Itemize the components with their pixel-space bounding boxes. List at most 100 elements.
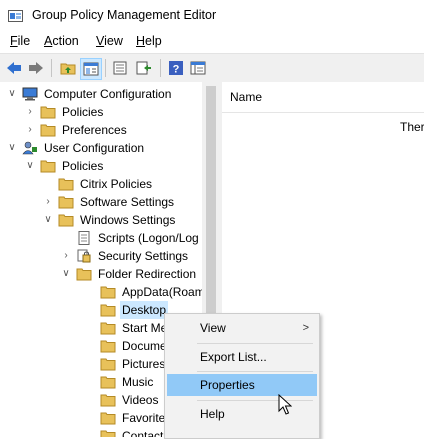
tree-item-favorites[interactable]: Favorite [84, 409, 167, 427]
tree-item-label: AppData(Roam [122, 285, 205, 299]
folder-open-icon [58, 213, 74, 227]
folder-icon [100, 303, 116, 317]
chevron-right-icon[interactable]: › [24, 103, 36, 121]
forward-icon[interactable] [26, 58, 46, 78]
tree-item-label: Favorite [122, 411, 166, 425]
tree-item-label: Preferences [62, 123, 127, 137]
chevron-down-icon[interactable]: ∨ [24, 157, 36, 175]
chevron-down-icon[interactable]: ∨ [42, 211, 54, 229]
tree-item-label: Computer Configuration [44, 87, 172, 101]
tree-item-preferences[interactable]: › Preferences [24, 121, 129, 139]
folder-icon [100, 411, 116, 425]
tree-expander-placeholder [84, 355, 96, 373]
tree-expander-placeholder [84, 283, 96, 301]
folder-icon [100, 357, 116, 371]
tree-item-pictures[interactable]: Pictures [84, 355, 167, 373]
tree-expander-placeholder [60, 229, 72, 247]
menu-action[interactable]: Action [42, 34, 81, 48]
tree-expander-placeholder [84, 337, 96, 355]
tree-expander-placeholder [84, 301, 96, 319]
tree-item-start-menu[interactable]: Start Me [84, 319, 169, 337]
toolbar: ? [0, 53, 424, 83]
toolbar-separator [105, 59, 106, 77]
context-menu-export-list[interactable]: Export List... [167, 346, 317, 368]
column-header-name[interactable]: Name [222, 82, 424, 113]
tree-item-label: Docume [122, 339, 167, 353]
context-menu-properties[interactable]: Properties [167, 374, 317, 396]
tree-item-label: Desktop [120, 301, 169, 319]
tree-item-label: Windows Settings [80, 213, 176, 227]
menu-help[interactable]: Help [134, 34, 164, 48]
tree-item-security-settings[interactable]: › Security Settings [60, 247, 190, 265]
window-title: Group Policy Management Editor [32, 8, 217, 22]
tree-item-software-settings[interactable]: › Software Settings [42, 193, 176, 211]
computer-icon [22, 87, 38, 101]
tree-item-user-configuration[interactable]: ∨ User Configuration [6, 139, 146, 157]
tree-item-desktop[interactable]: Desktop [84, 301, 169, 319]
context-menu-help[interactable]: Help [167, 403, 317, 425]
tree-item-label: Policies [62, 105, 104, 119]
script-icon [76, 231, 92, 245]
context-menu-separator [197, 343, 313, 344]
folder-icon [100, 429, 116, 437]
svg-text:?: ? [173, 64, 180, 76]
context-menu-view[interactable]: View > [167, 317, 317, 339]
tree-item-policies[interactable]: › Policies [24, 103, 105, 121]
tree-expander-placeholder [42, 175, 54, 193]
tree-item-label: Policies [62, 159, 104, 173]
folder-open-icon [76, 267, 92, 281]
tree-item-label: Start Me [122, 321, 168, 335]
tree-item-label: Software Settings [80, 195, 175, 209]
folder-icon [100, 321, 116, 335]
show-hide-action-pane-icon[interactable] [188, 58, 208, 78]
chevron-down-icon[interactable]: ∨ [6, 139, 18, 157]
tree-item-label: User Configuration [44, 141, 145, 155]
folder-icon [58, 195, 74, 209]
tree-item-windows-settings[interactable]: ∨ Windows Settings [42, 211, 177, 229]
menu-bar: File Action View Help [0, 32, 424, 52]
folder-icon [100, 375, 116, 389]
tree-item-label: Security Settings [98, 249, 189, 263]
details-message: Ther [400, 120, 424, 134]
tree-expander-placeholder [84, 391, 96, 409]
context-menu-separator [197, 400, 313, 401]
tree-item-computer-configuration[interactable]: ∨ Computer Configuration [6, 85, 173, 103]
tree-item-scripts[interactable]: Scripts (Logon/Log [60, 229, 201, 247]
export-list-icon[interactable] [134, 58, 154, 78]
user-icon [22, 141, 38, 155]
context-menu: View > Export List... Properties Help [164, 313, 320, 439]
folder-icon [100, 339, 116, 353]
tree-item-citrix-policies[interactable]: Citrix Policies [42, 175, 154, 193]
menu-view[interactable]: View [94, 34, 125, 48]
folder-icon [100, 285, 116, 299]
tree-expander-placeholder [84, 427, 96, 437]
show-hide-tree-icon[interactable] [80, 58, 102, 80]
tree-item-contacts[interactable]: Contacts [84, 427, 171, 437]
tree-item-appdata[interactable]: AppData(Roam [84, 283, 207, 301]
tree-item-label: Citrix Policies [80, 177, 153, 191]
tree-item-documents[interactable]: Docume [84, 337, 169, 355]
chevron-right-icon[interactable]: › [24, 121, 36, 139]
chevron-right-icon[interactable]: › [60, 247, 72, 265]
tree-item-videos[interactable]: Videos [84, 391, 160, 409]
back-icon[interactable] [4, 58, 24, 78]
chevron-right-icon[interactable]: › [42, 193, 54, 211]
tree-item-label: Scripts (Logon/Log [98, 231, 199, 245]
chevron-down-icon[interactable]: ∨ [60, 265, 72, 283]
tree-item-label: Music [122, 375, 154, 389]
toolbar-separator [51, 59, 52, 77]
security-icon [76, 249, 92, 263]
title-bar: Group Policy Management Editor [0, 0, 424, 33]
tree-expander-placeholder [84, 409, 96, 427]
help-icon[interactable]: ? [166, 58, 186, 78]
up-folder-icon[interactable] [58, 58, 78, 78]
properties-icon[interactable] [110, 58, 130, 78]
chevron-down-icon[interactable]: ∨ [6, 85, 18, 103]
tree-item-user-policies[interactable]: ∨ Policies [24, 157, 105, 175]
tree-item-folder-redirection[interactable]: ∨ Folder Redirection [60, 265, 198, 283]
folder-icon [40, 123, 56, 137]
menu-file[interactable]: File [8, 34, 32, 48]
tree-item-label: Folder Redirection [98, 267, 197, 281]
tree-item-music[interactable]: Music [84, 373, 155, 391]
chevron-right-icon: > [302, 322, 309, 334]
